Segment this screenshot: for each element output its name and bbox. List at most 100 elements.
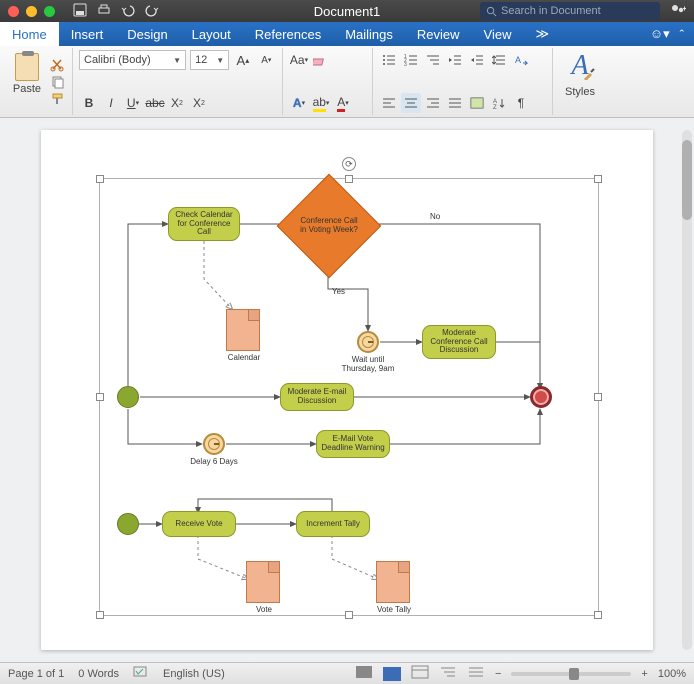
doc1-caption: Calendar — [214, 353, 274, 362]
copy-button[interactable] — [50, 75, 66, 89]
status-bar: Page 1 of 1 0 Words English (US) − + 100… — [0, 662, 694, 684]
group-font-effects: Aa▾ A▾ ab▾ A▾ — [283, 48, 373, 115]
grow-font-button[interactable]: A▴ — [233, 50, 252, 70]
minimize-window-button[interactable] — [26, 6, 37, 17]
clear-formatting-button[interactable] — [311, 50, 331, 70]
svg-text:A: A — [515, 55, 521, 65]
increase-indent-button[interactable] — [467, 50, 487, 70]
bullets-button[interactable] — [379, 50, 399, 70]
draft-view-button[interactable] — [467, 665, 485, 682]
rotate-handle[interactable]: ⟳ — [342, 157, 356, 171]
line-spacing-button[interactable] — [489, 50, 509, 70]
decrease-indent-button[interactable] — [445, 50, 465, 70]
ribbon: Paste Calibri (Body)▼ 12▼ A▴ A▾ B I U▾ a… — [0, 46, 694, 118]
tab-review[interactable]: Review — [405, 22, 472, 46]
doc-vote-tally — [376, 561, 410, 603]
task-email-warning: E-Mail Vote Deadline Warning — [316, 430, 390, 458]
align-center-button[interactable] — [401, 93, 421, 113]
styles-icon: A — [571, 50, 588, 82]
tab-more[interactable]: ≫ — [523, 22, 561, 46]
task-moderate-call: Moderate Conference Call Discussion — [422, 325, 496, 359]
zoom-window-button[interactable] — [44, 6, 55, 17]
highlight-button[interactable]: ab▾ — [311, 93, 331, 113]
text-effects-button[interactable]: A▾ — [289, 93, 309, 113]
paste-label: Paste — [13, 83, 41, 95]
share-button[interactable] — [670, 3, 686, 20]
tab-mailings[interactable]: Mailings — [333, 22, 405, 46]
scrollbar-thumb[interactable] — [682, 140, 692, 220]
styles-label: Styles — [565, 86, 595, 98]
tab-references[interactable]: References — [243, 22, 333, 46]
print-layout-view-button[interactable] — [383, 667, 401, 681]
styles-pane-button[interactable]: A Styles — [559, 50, 601, 98]
tab-view[interactable]: View — [472, 22, 524, 46]
save-icon[interactable] — [73, 3, 87, 20]
svg-text:Z: Z — [493, 105, 497, 109]
numbering-button[interactable]: 123 — [401, 50, 421, 70]
vertical-scrollbar[interactable] — [682, 130, 692, 650]
print-icon[interactable] — [97, 3, 111, 20]
doc3-caption: Vote Tally — [364, 605, 424, 614]
feedback-icon[interactable]: ☺▾ — [650, 26, 670, 42]
document-title: Document1 — [314, 4, 380, 19]
doc-vote — [246, 561, 280, 603]
font-color-button[interactable]: A▾ — [333, 93, 353, 113]
sort-button[interactable]: AZ — [489, 93, 509, 113]
redo-icon[interactable] — [145, 3, 159, 20]
subscript-button[interactable]: X2 — [167, 93, 187, 113]
focus-view-button[interactable] — [355, 665, 373, 682]
outline-view-button[interactable] — [439, 665, 457, 682]
diagram-selection[interactable]: ⟳ — [99, 178, 599, 616]
shading-button[interactable] — [467, 93, 487, 113]
doc-calendar — [226, 309, 260, 351]
end-event — [530, 386, 552, 408]
paste-button[interactable]: Paste — [10, 50, 44, 98]
tab-home[interactable]: Home — [0, 22, 59, 46]
align-left-button[interactable] — [379, 93, 399, 113]
web-layout-view-button[interactable] — [411, 665, 429, 682]
word-count[interactable]: 0 Words — [78, 668, 119, 680]
spellcheck-icon[interactable] — [133, 666, 149, 681]
text-direction-button[interactable]: A — [511, 50, 531, 70]
page-indicator[interactable]: Page 1 of 1 — [8, 668, 64, 680]
cut-button[interactable] — [50, 58, 66, 72]
tab-layout[interactable]: Layout — [180, 22, 243, 46]
paste-icon — [15, 53, 39, 81]
multilevel-list-button[interactable] — [423, 50, 443, 70]
shrink-font-button[interactable]: A▾ — [257, 50, 276, 70]
bold-button[interactable]: B — [79, 93, 99, 113]
font-size-combo[interactable]: 12▼ — [190, 50, 229, 70]
underline-button[interactable]: U▾ — [123, 93, 143, 113]
group-paragraph: 123 A AZ ¶ — [373, 48, 553, 115]
format-painter-button[interactable] — [50, 92, 66, 106]
close-window-button[interactable] — [8, 6, 19, 17]
task-moderate-email: Moderate E-mail Discussion — [280, 383, 354, 411]
italic-button[interactable]: I — [101, 93, 121, 113]
start-event-1 — [117, 386, 139, 408]
edge-no-label: No — [430, 212, 440, 221]
document-area[interactable]: ⟳ — [0, 118, 694, 662]
justify-button[interactable] — [445, 93, 465, 113]
language-indicator[interactable]: English (US) — [163, 668, 225, 680]
show-marks-button[interactable]: ¶ — [511, 93, 531, 113]
zoom-slider-thumb[interactable] — [569, 668, 579, 680]
search-box[interactable]: Search in Document — [480, 2, 660, 20]
tab-insert[interactable]: Insert — [59, 22, 116, 46]
superscript-button[interactable]: X2 — [189, 93, 209, 113]
change-case-button[interactable]: Aa▾ — [289, 50, 309, 70]
strikethrough-button[interactable]: abc — [145, 93, 165, 113]
zoom-in-button[interactable]: + — [641, 668, 647, 680]
tab-design[interactable]: Design — [115, 22, 179, 46]
font-name-combo[interactable]: Calibri (Body)▼ — [79, 50, 186, 70]
collapse-ribbon-icon[interactable]: ˆ — [680, 27, 684, 42]
zoom-out-button[interactable]: − — [495, 668, 501, 680]
title-bar: Document1 Search in Document — [0, 0, 694, 22]
undo-icon[interactable] — [121, 3, 135, 20]
align-right-button[interactable] — [423, 93, 443, 113]
task-check-calendar: Check Calendar for Conference Call — [168, 207, 240, 241]
task-increment-tally: Increment Tally — [296, 511, 370, 537]
zoom-level[interactable]: 100% — [658, 668, 686, 680]
timer-wait-thursday — [357, 331, 379, 353]
zoom-slider[interactable] — [511, 672, 631, 676]
timer-delay-6-days — [203, 433, 225, 455]
